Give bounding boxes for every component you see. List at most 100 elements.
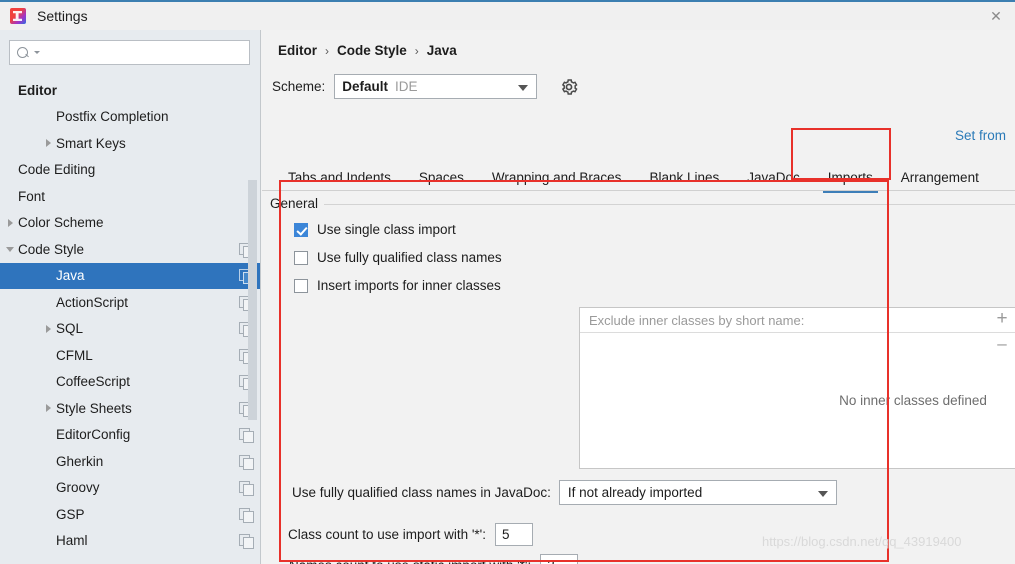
close-icon[interactable]: ✕ [983, 6, 1009, 26]
sidebar-item-label: CoffeeScript [56, 374, 131, 390]
breadcrumb-separator: › [414, 43, 419, 58]
scheme-row: Scheme: Default IDE [272, 74, 579, 99]
class-count-row: Class count to use import with '*': 5 [288, 523, 533, 546]
sidebar-item-label: Groovy [56, 480, 100, 496]
static-count-input[interactable]: 3 [540, 554, 579, 564]
sidebar-item-postfix-completion[interactable]: Postfix Completion [0, 104, 260, 131]
sidebar-item-label: Gherkin [56, 453, 104, 469]
intellij-idea-icon [10, 8, 26, 24]
sidebar-item-font[interactable]: Font [0, 183, 260, 210]
set-from-link[interactable]: Set from [955, 128, 1015, 143]
search-wrapper [0, 30, 260, 65]
chevron-down-icon [817, 491, 828, 497]
chevron-right-icon[interactable] [42, 322, 56, 336]
table-empty-message: No inner classes defined [839, 393, 987, 408]
tab-wrapping-and-braces[interactable]: Wrapping and Braces [478, 163, 636, 191]
section-divider [270, 204, 1015, 205]
javadoc-fqn-value: If not already imported [567, 485, 703, 500]
breadcrumb-separator: › [325, 43, 329, 58]
sidebar-item-label: Haml [56, 533, 88, 549]
sidebar-item-gsp[interactable]: GSP [0, 501, 260, 528]
checkbox-insert-imports-for-inner-classes[interactable] [294, 278, 308, 293]
sidebar-item-coffeescript[interactable]: CoffeeScript [0, 369, 260, 396]
search-input[interactable] [40, 41, 249, 64]
copy-scheme-icon[interactable] [239, 481, 254, 497]
chevron-down-icon[interactable] [4, 242, 18, 256]
javadoc-fqn-label: Use fully qualified class names in JavaD… [292, 485, 551, 500]
sidebar-item-smart-keys[interactable]: Smart Keys [0, 130, 260, 157]
scheme-dropdown[interactable]: Default IDE [334, 74, 538, 99]
tab-blank-lines[interactable]: Blank Lines [635, 163, 733, 191]
sidebar-item-cfml[interactable]: CFML [0, 342, 260, 369]
tab-arrangement[interactable]: Arrangement [887, 163, 993, 191]
class-count-input[interactable]: 5 [495, 523, 533, 546]
copy-scheme-icon[interactable] [239, 454, 254, 470]
sidebar-item-label: Font [18, 188, 46, 204]
breadcrumb-item[interactable]: Java [427, 43, 457, 58]
section-title-general: General [270, 196, 325, 211]
sidebar-item-label: Postfix Completion [56, 109, 169, 125]
breadcrumb-item[interactable]: Code Style [337, 43, 407, 58]
sidebar-item-label: Smart Keys [56, 135, 126, 151]
checkbox-row[interactable]: Insert imports for inner classes [294, 278, 501, 293]
chevron-right-icon[interactable] [4, 216, 18, 230]
chevron-down-icon [518, 85, 529, 91]
tab-tabs-and-indents[interactable]: Tabs and Indents [274, 163, 405, 191]
sidebar-item-editor[interactable]: Editor [0, 77, 260, 104]
exclude-inner-classes-table[interactable]: Exclude inner classes by short name: No … [579, 307, 1015, 469]
sidebar-item-style-sheets[interactable]: Style Sheets [0, 395, 260, 422]
sidebar-item-code-editing[interactable]: Code Editing [0, 157, 260, 184]
breadcrumb-item[interactable]: Editor [278, 43, 317, 58]
checkbox-row[interactable]: Use single class import [294, 222, 456, 237]
sidebar-item-label: GSP [56, 506, 85, 522]
scheme-label: Scheme: [272, 79, 326, 94]
settings-sidebar: Editor Postfix Completion Smart Keys Code E… [0, 30, 261, 564]
checkbox-row[interactable]: Use fully qualified class names [294, 250, 502, 265]
javadoc-fqn-row: Use fully qualified class names in JavaD… [292, 480, 837, 505]
sidebar-item-code-style[interactable]: Code Style [0, 236, 260, 263]
sidebar-item-actionscript[interactable]: ActionScript [0, 289, 260, 316]
watermark: https://blog.csdn.net/qq_43919400 [762, 534, 962, 549]
search-box[interactable] [9, 40, 250, 65]
javadoc-fqn-dropdown[interactable]: If not already imported [558, 480, 837, 505]
sidebar-item-gherkin[interactable]: Gherkin [0, 448, 260, 475]
tab-javadoc[interactable]: JavaDoc [733, 163, 814, 191]
settings-tree: Editor Postfix Completion Smart Keys Code E… [0, 77, 260, 554]
gear-icon[interactable] [559, 77, 579, 97]
static-count-label: Names count to use static import with '*… [289, 558, 531, 564]
chevron-right-icon[interactable] [42, 136, 56, 150]
copy-scheme-icon[interactable] [239, 428, 254, 444]
sidebar-item-groovy[interactable]: Groovy [0, 475, 260, 502]
checkbox-use-fully-qualified-class-names[interactable] [294, 250, 308, 265]
sidebar-item-editorconfig[interactable]: EditorConfig [0, 422, 260, 449]
sidebar-item-label: Code Style [18, 241, 85, 257]
sidebar-item-java[interactable]: Java [0, 262, 260, 289]
scheme-name: Default [342, 79, 389, 94]
sidebar-item-haml[interactable]: Haml [0, 528, 260, 555]
sidebar-item-color-scheme[interactable]: Color Scheme [0, 210, 260, 237]
add-row-button[interactable]: + [991, 307, 1013, 329]
tab-underline [262, 190, 1015, 191]
checkbox-use-single-class-import[interactable] [294, 222, 308, 237]
sidebar-scrollbar[interactable] [248, 180, 257, 420]
scheme-suffix: IDE [395, 79, 418, 94]
checkbox-label: Insert imports for inner classes [317, 278, 501, 293]
sidebar-item-label: Editor [18, 82, 57, 98]
sidebar-item-sql[interactable]: SQL [0, 316, 260, 343]
code-style-tabs: Tabs and Indents Spaces Wrapping and Brace… [274, 161, 993, 193]
copy-scheme-icon[interactable] [239, 534, 254, 550]
tab-spaces[interactable]: Spaces [405, 163, 478, 191]
tab-imports[interactable]: Imports [814, 163, 887, 193]
search-icon [17, 46, 33, 60]
chevron-right-icon[interactable] [42, 401, 56, 415]
remove-row-button[interactable]: – [991, 332, 1013, 354]
title-bar: Settings ✕ [0, 0, 1015, 30]
copy-scheme-icon[interactable] [239, 507, 254, 523]
